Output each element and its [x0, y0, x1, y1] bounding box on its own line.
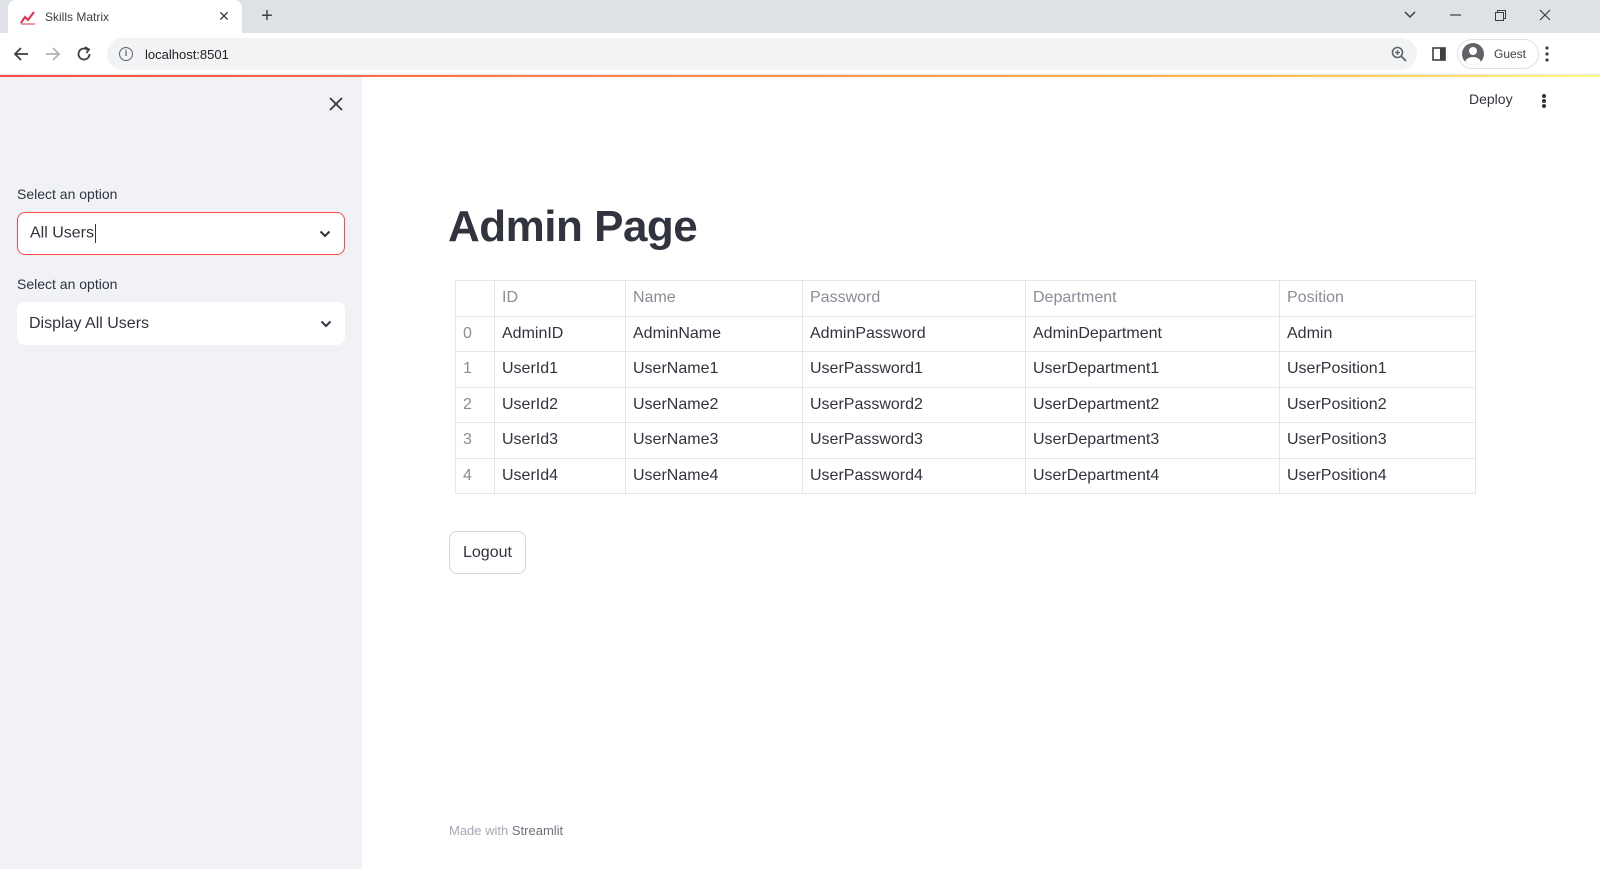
users-table: ID Name Password Department Position 0 A… — [455, 280, 1476, 494]
row-index: 3 — [455, 422, 495, 459]
table-cell[interactable]: AdminDepartment — [1025, 315, 1280, 352]
row-index: 4 — [455, 457, 495, 494]
row-index: 1 — [455, 351, 495, 388]
table-cell[interactable]: Admin — [1279, 315, 1476, 352]
new-tab-plus-icon[interactable]: + — [256, 5, 278, 27]
row-index: 0 — [455, 315, 495, 352]
back-arrow-icon[interactable] — [7, 40, 35, 68]
action-select-value: Display All Users — [29, 314, 150, 332]
url-text: localhost:8501 — [145, 46, 229, 62]
browser-toolbar: i localhost:8501 Guest — [0, 33, 1600, 75]
table-cell[interactable]: UserPassword2 — [802, 386, 1026, 423]
site-info-icon[interactable]: i — [119, 47, 133, 61]
table-cell[interactable]: UserName2 — [625, 386, 803, 423]
table-cell[interactable]: UserId3 — [494, 422, 626, 459]
table-cell[interactable]: UserPosition1 — [1279, 351, 1476, 388]
zoom-icon[interactable] — [1391, 46, 1407, 67]
table-cell[interactable]: AdminPassword — [802, 315, 1026, 352]
user-select-dropdown[interactable]: All Users — [17, 212, 345, 255]
reload-icon[interactable] — [70, 40, 98, 68]
user-select-value: All Users — [30, 224, 95, 242]
table-cell[interactable]: UserDepartment4 — [1025, 457, 1280, 494]
streamlit-link[interactable]: Streamlit — [512, 823, 563, 838]
table-cell[interactable]: UserPassword3 — [802, 422, 1026, 459]
index-header — [455, 280, 495, 317]
deploy-button[interactable]: Deploy — [1469, 91, 1513, 107]
select2-label: Select an option — [17, 276, 118, 292]
tab-search-chevron-icon[interactable] — [1388, 0, 1432, 30]
table-row: 1 UserId1 UserName1 UserPassword1 UserDe… — [455, 351, 1476, 388]
text-cursor — [95, 224, 97, 243]
table-cell[interactable]: UserId4 — [494, 457, 626, 494]
chevron-down-icon[interactable] — [318, 227, 332, 241]
table-row: 3 UserId3 UserName3 UserPassword3 UserDe… — [455, 422, 1476, 459]
sidebar: Select an option All Users Select an opt… — [0, 77, 362, 869]
column-header[interactable]: ID — [494, 280, 626, 317]
table-cell[interactable]: UserPosition4 — [1279, 457, 1476, 494]
browser-menu-icon[interactable] — [1533, 40, 1561, 68]
column-header[interactable]: Password — [802, 280, 1026, 317]
main-content: Deploy Admin Page ID Name Password Depar… — [362, 77, 1600, 869]
column-header[interactable]: Position — [1279, 280, 1476, 317]
table-cell[interactable]: UserDepartment2 — [1025, 386, 1280, 423]
profile-label: Guest — [1494, 47, 1527, 61]
side-panel-icon[interactable] — [1425, 40, 1453, 68]
column-header[interactable]: Department — [1025, 280, 1280, 317]
row-index: 2 — [455, 386, 495, 423]
table-cell[interactable]: UserName1 — [625, 351, 803, 388]
footer-prefix: Made with — [449, 823, 509, 838]
column-header[interactable]: Name — [625, 280, 803, 317]
browser-tab[interactable]: Skills Matrix ✕ — [8, 0, 242, 33]
table-cell[interactable]: UserPassword4 — [802, 457, 1026, 494]
table-cell[interactable]: UserDepartment1 — [1025, 351, 1280, 388]
table-cell[interactable]: UserPosition2 — [1279, 386, 1476, 423]
tab-close-icon[interactable]: ✕ — [216, 8, 232, 25]
table-cell[interactable]: UserId2 — [494, 386, 626, 423]
table-cell[interactable]: UserDepartment3 — [1025, 422, 1280, 459]
table-cell[interactable]: UserId1 — [494, 351, 626, 388]
table-cell[interactable]: UserPosition3 — [1279, 422, 1476, 459]
table-header-row: ID Name Password Department Position — [455, 280, 1476, 317]
address-bar[interactable]: i localhost:8501 — [107, 38, 1417, 70]
minimize-icon[interactable] — [1433, 0, 1477, 30]
chart-favicon-icon — [20, 10, 35, 24]
page-title: Admin Page — [448, 202, 698, 251]
tab-title: Skills Matrix — [45, 9, 110, 24]
forward-arrow-icon[interactable] — [39, 40, 67, 68]
select1-label: Select an option — [17, 186, 118, 202]
table-cell[interactable]: UserName4 — [625, 457, 803, 494]
chevron-down-icon[interactable] — [319, 317, 333, 331]
table-row: 0 AdminID AdminName AdminPassword AdminD… — [455, 315, 1476, 352]
table-row: 4 UserId4 UserName4 UserPassword4 UserDe… — [455, 457, 1476, 494]
table-cell[interactable]: AdminID — [494, 315, 626, 352]
table-cell[interactable]: UserPassword1 — [802, 351, 1026, 388]
logout-button[interactable]: Logout — [449, 531, 526, 574]
app-menu-icon[interactable] — [1538, 91, 1550, 111]
table-cell[interactable]: UserName3 — [625, 422, 803, 459]
window-close-icon[interactable] — [1523, 0, 1567, 30]
avatar — [1462, 43, 1484, 65]
table-row: 2 UserId2 UserName2 UserPassword2 UserDe… — [455, 386, 1476, 423]
restore-icon[interactable] — [1478, 0, 1522, 30]
sidebar-close-icon[interactable] — [325, 93, 347, 115]
table-cell[interactable]: AdminName — [625, 315, 803, 352]
browser-tab-bar: Skills Matrix ✕ + — [0, 0, 1600, 33]
footer: Made with Streamlit — [449, 823, 563, 838]
profile-button[interactable]: Guest — [1457, 39, 1540, 69]
action-select-dropdown[interactable]: Display All Users — [17, 302, 345, 345]
